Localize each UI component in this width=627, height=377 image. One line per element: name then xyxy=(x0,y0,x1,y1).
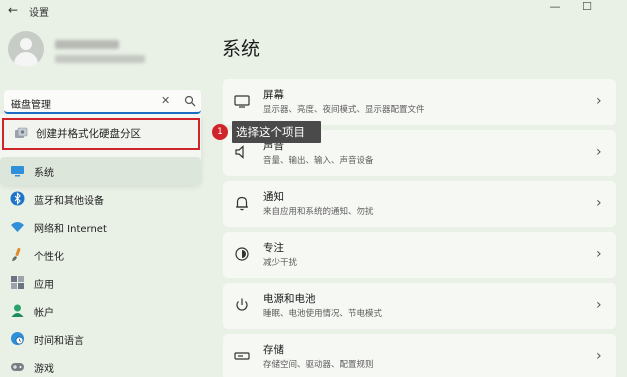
sidebar-item-accounts[interactable]: 帐户 xyxy=(0,297,201,325)
sidebar-item-network[interactable]: 网络和 Internet xyxy=(0,213,201,241)
card-subtitle: 减少干扰 xyxy=(263,258,298,268)
focus-icon xyxy=(235,247,249,261)
sidebar-item-label: 游戏 xyxy=(34,364,54,375)
settings-card-notifications[interactable]: 通知 来自应用和系统的通知、勿扰 › xyxy=(223,181,616,227)
clear-icon[interactable]: ✕ xyxy=(161,94,170,107)
sidebar-item-label: 蓝牙和其他设备 xyxy=(34,196,104,207)
sidebar-item-personalization[interactable]: 个性化 xyxy=(0,241,201,269)
card-subtitle: 存储空间、驱动器、配置规则 xyxy=(263,360,374,370)
chevron-right-icon: › xyxy=(596,348,602,364)
sidebar-item-system[interactable]: 系统 xyxy=(0,157,201,185)
card-subtitle: 来自应用和系统的通知、勿扰 xyxy=(263,207,374,217)
sidebar-item-label: 帐户 xyxy=(34,308,54,319)
search-result-create-format-partition[interactable]: 创建并格式化硬盘分区 xyxy=(2,118,200,150)
account-icon xyxy=(11,304,24,317)
user-name-blurred xyxy=(55,40,119,49)
search-input[interactable]: 磁盘管理 ✕ xyxy=(4,90,201,114)
bell-icon xyxy=(236,196,248,211)
sidebar-item-bluetooth[interactable]: 蓝牙和其他设备 xyxy=(0,185,201,213)
search-icon[interactable] xyxy=(184,95,196,107)
brush-icon xyxy=(12,248,21,261)
sidebar-item-gaming[interactable]: 游戏 xyxy=(0,353,201,377)
card-title: 专注 xyxy=(263,242,284,254)
card-title: 电源和电池 xyxy=(263,293,316,305)
apps-icon xyxy=(11,276,24,289)
search-input-value: 磁盘管理 xyxy=(11,100,51,111)
card-subtitle: 显示器、亮度、夜间模式、显示器配置文件 xyxy=(263,105,425,115)
sidebar-item-time-language[interactable]: 时间和语言 xyxy=(0,325,201,353)
back-arrow-icon[interactable]: ← xyxy=(8,3,18,17)
avatar[interactable] xyxy=(8,31,44,67)
title-bar: ← 设置 — ☐ xyxy=(0,0,627,22)
chevron-right-icon: › xyxy=(596,93,602,109)
sidebar-item-label: 个性化 xyxy=(34,252,64,263)
chevron-right-icon: › xyxy=(596,195,602,211)
globe-clock-icon xyxy=(11,332,24,345)
gamepad-icon xyxy=(11,363,24,371)
page-title: 系统 xyxy=(222,38,261,60)
minimize-icon[interactable]: — xyxy=(545,0,565,13)
search-result-label: 创建并格式化硬盘分区 xyxy=(36,128,141,140)
power-icon xyxy=(236,298,248,311)
monitor-icon xyxy=(234,95,250,108)
card-subtitle: 睡眠、电池使用情况、节电模式 xyxy=(263,309,383,319)
sidebar-item-label: 网络和 Internet xyxy=(34,224,107,235)
step-number-badge: 1 xyxy=(212,124,228,140)
sidebar-item-label: 系统 xyxy=(34,168,54,179)
sidebar-item-label: 时间和语言 xyxy=(34,336,84,347)
window-title: 设置 xyxy=(29,8,49,19)
monitor-icon xyxy=(11,166,24,177)
wifi-icon xyxy=(11,222,24,232)
settings-card-power-battery[interactable]: 电源和电池 睡眠、电池使用情况、节电模式 › xyxy=(223,283,616,329)
card-title: 通知 xyxy=(263,191,284,203)
card-title: 存储 xyxy=(263,344,284,356)
instruction-callout: 选择这个项目 xyxy=(232,121,321,143)
settings-card-storage[interactable]: 存储 存储空间、驱动器、配置规则 › xyxy=(223,334,616,377)
sidebar-item-label: 应用 xyxy=(34,280,54,291)
maximize-icon[interactable]: ☐ xyxy=(577,0,597,13)
sidebar-item-apps[interactable]: 应用 xyxy=(0,269,201,297)
chevron-right-icon: › xyxy=(596,246,602,262)
card-subtitle: 音量、输出、输入、声音设备 xyxy=(263,156,374,166)
card-title: 屏幕 xyxy=(263,89,284,101)
chevron-right-icon: › xyxy=(596,144,602,160)
bluetooth-icon xyxy=(10,191,25,206)
user-email-blurred xyxy=(55,55,145,63)
settings-card-focus[interactable]: 专注 减少干扰 › xyxy=(223,232,616,278)
storage-icon xyxy=(234,352,250,360)
speaker-icon xyxy=(235,145,244,159)
chevron-right-icon: › xyxy=(596,297,602,313)
settings-card-display[interactable]: 屏幕 显示器、亮度、夜间模式、显示器配置文件 › xyxy=(223,79,616,125)
disk-management-icon xyxy=(15,127,28,138)
